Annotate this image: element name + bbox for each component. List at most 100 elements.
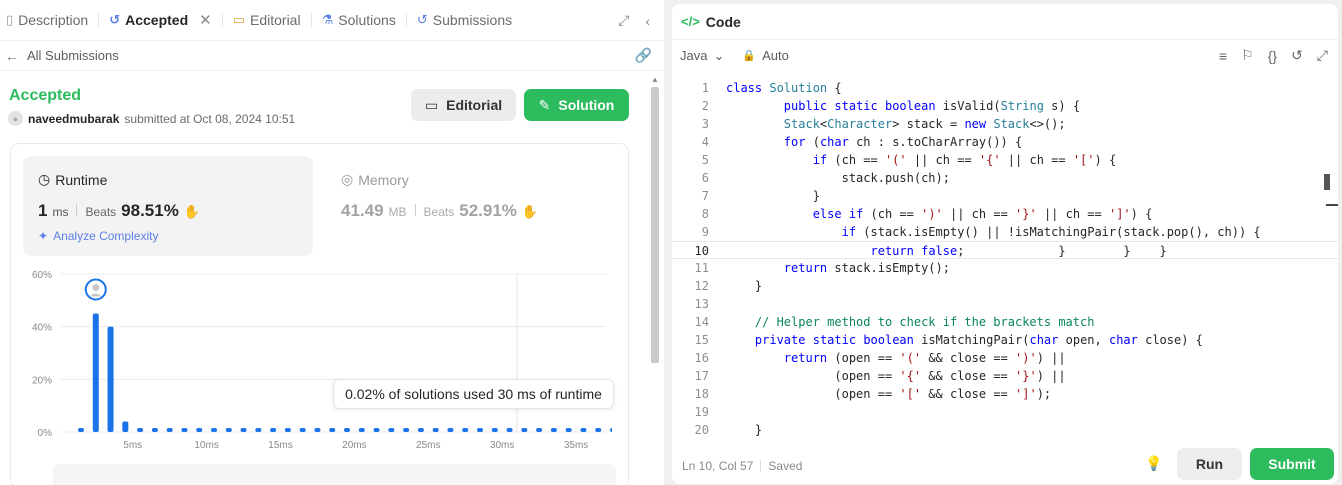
y-tick-label: 20% (32, 375, 52, 386)
code-line[interactable]: 5 if (ch == '(' || ch == '{' || ch == '[… (672, 151, 1338, 169)
chart-bar[interactable] (151, 428, 158, 432)
code-line[interactable]: 19 (672, 403, 1338, 421)
code-line[interactable]: 7 } (672, 187, 1338, 205)
chart-bar[interactable] (78, 428, 84, 432)
code-line[interactable]: 2 public static boolean isValid(String s… (672, 97, 1338, 115)
chart-bar[interactable] (299, 428, 306, 432)
tab-description[interactable]: ▯ Description (6, 0, 98, 41)
chart-bar[interactable] (595, 428, 602, 432)
chart-bar[interactable] (565, 428, 572, 432)
chart-bar[interactable] (358, 428, 365, 432)
chart-bar[interactable] (550, 428, 557, 432)
chart-bar[interactable] (477, 428, 483, 432)
chart-bar[interactable] (344, 428, 350, 432)
chart-bar[interactable] (314, 428, 321, 432)
chart-bar[interactable] (373, 428, 380, 432)
left-scrollbar[interactable]: ▲ (648, 75, 660, 485)
analyze-complexity-label: Analyze Complexity (53, 229, 159, 243)
language-select[interactable]: Java (680, 48, 707, 63)
scrollbar-thumb[interactable] (651, 87, 659, 363)
code-line[interactable]: 1 class Solution { (672, 79, 1338, 97)
chart-bar[interactable] (491, 428, 498, 432)
tab-submissions[interactable]: ↺ Submissions (417, 0, 522, 41)
chart-bar[interactable] (211, 428, 217, 432)
chart-bar[interactable] (610, 428, 612, 432)
arrow-left-icon[interactable]: ← (5, 48, 19, 64)
submit-button[interactable]: Submit (1250, 448, 1334, 480)
memory-unit: MB (388, 205, 407, 219)
chart-bar[interactable] (92, 313, 99, 433)
tab-accepted[interactable]: ↺ Accepted ✕ (109, 0, 222, 41)
run-button[interactable]: Run (1177, 448, 1242, 480)
chart-bar[interactable] (432, 428, 439, 432)
code-editor[interactable]: 1 class Solution {2 public static boolean… (672, 79, 1338, 449)
code-line[interactable]: 9 if (stack.isEmpty() || !isMatchingPair… (672, 223, 1338, 241)
code-line[interactable]: 18 (open == '[' && close == ']'); (672, 385, 1338, 403)
all-submissions-link[interactable]: All Submissions (27, 48, 119, 63)
document-icon: ▯ (6, 12, 14, 27)
editor-scrollbar-thumb[interactable] (1324, 174, 1330, 190)
chart-bar[interactable] (166, 428, 173, 432)
lock-icon: 🔒 (742, 50, 757, 62)
code-line[interactable]: 3 Stack<Character> stack = new Stack<>()… (672, 115, 1338, 133)
code-line[interactable]: 10 return false; } } } (672, 241, 1338, 259)
chart-bar[interactable] (403, 428, 410, 432)
link-icon[interactable]: 🔗 (635, 47, 652, 64)
chart-bar[interactable] (388, 428, 395, 432)
memory-label[interactable]: ◎ Memory (341, 171, 409, 188)
chart-bar[interactable] (506, 428, 513, 432)
runtime-distribution-chart[interactable]: 60% 40% 20% 0% 5ms 10ms 15ms 20ms 25ms 30ms 35ms (22, 264, 612, 454)
chevron-down-icon[interactable]: ⌄ (713, 48, 724, 64)
code-text: stack.push(ch); (726, 171, 950, 185)
chart-bar[interactable] (447, 428, 454, 432)
chart-bar[interactable] (181, 428, 188, 432)
tab-solutions[interactable]: ⚗ Solutions (322, 0, 406, 41)
lightbulb-icon[interactable]: 💡 (1145, 455, 1162, 472)
format-icon[interactable]: ≡ (1219, 48, 1227, 64)
code-line[interactable]: 20 } (672, 421, 1338, 439)
chart-bar[interactable] (417, 428, 424, 432)
avatar[interactable]: ● (8, 111, 23, 126)
code-line[interactable]: 13 (672, 295, 1338, 313)
editorial-button[interactable]: ▭ Editorial (411, 89, 516, 121)
code-line[interactable]: 8 else if (ch == ')' || ch == '}' || ch … (672, 205, 1338, 223)
code-line[interactable]: 14 // Helper method to check if the brac… (672, 313, 1338, 331)
analyze-complexity-link[interactable]: ✦ Analyze Complexity (38, 229, 158, 243)
code-line[interactable]: 12 } (672, 277, 1338, 295)
chart-bar[interactable] (536, 428, 543, 432)
code-line[interactable]: 17 (open == '{' && close == '}') || (672, 367, 1338, 385)
chart-bar[interactable] (270, 428, 277, 432)
chart-bar[interactable] (580, 428, 587, 432)
close-icon[interactable]: ✕ (199, 11, 212, 29)
code-line[interactable]: 11 return stack.isEmpty(); (672, 259, 1338, 277)
chart-bar[interactable] (284, 428, 291, 432)
chart-bar[interactable] (521, 428, 528, 432)
code-line[interactable]: 16 return (open == '(' && close == ')') … (672, 349, 1338, 367)
chart-bar[interactable] (107, 326, 114, 432)
bookmark-icon[interactable]: ⚐ (1241, 47, 1254, 64)
fullscreen-icon[interactable]: ⤢ (1317, 47, 1328, 64)
solution-button[interactable]: ✎ Solution (524, 89, 629, 121)
expand-icon[interactable]: ⤢ (618, 12, 629, 29)
chart-bar[interactable] (462, 428, 469, 432)
mode-label[interactable]: Auto (762, 48, 789, 63)
code-line[interactable]: 15 private static boolean isMatchingPair… (672, 331, 1338, 349)
chart-bar[interactable] (225, 428, 232, 432)
chevron-left-icon[interactable]: ‹ (645, 13, 650, 29)
chart-bar[interactable] (196, 428, 203, 432)
runtime-unit: ms (52, 205, 69, 219)
code-line[interactable]: 6 stack.push(ch); (672, 169, 1338, 187)
code-line[interactable]: 4 for (char ch : s.toCharArray()) { (672, 133, 1338, 151)
scroll-up-icon[interactable]: ▲ (651, 75, 659, 84)
chart-bar[interactable] (255, 428, 262, 432)
runtime-label-text: Runtime (55, 171, 108, 188)
tab-editorial[interactable]: ▭ Editorial (233, 0, 311, 41)
username[interactable]: naveedmubarak (28, 112, 119, 126)
chart-bar[interactable] (329, 428, 336, 432)
chart-bar[interactable] (122, 421, 129, 432)
braces-icon[interactable]: {} (1268, 48, 1277, 64)
chart-bar[interactable] (240, 428, 247, 432)
line-number: 18 (694, 387, 709, 401)
chart-bar[interactable] (137, 428, 144, 432)
reset-icon[interactable]: ↺ (1291, 47, 1303, 64)
